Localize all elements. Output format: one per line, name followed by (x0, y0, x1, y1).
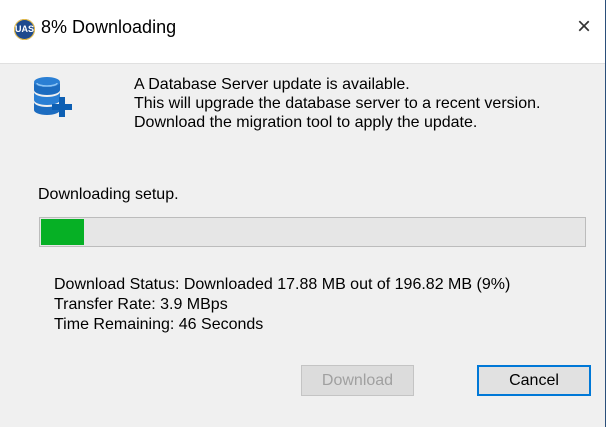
cancel-button[interactable]: Cancel (477, 365, 591, 396)
title-bar[interactable]: UAS 8% Downloading × (0, 0, 605, 64)
close-icon[interactable]: × (570, 13, 598, 41)
download-progress-bar (39, 217, 586, 247)
status-panel: Download Status: Downloaded 17.88 MB out… (54, 275, 510, 335)
progress-label: Downloading setup. (38, 186, 179, 203)
message-line-1: A Database Server update is available. (134, 76, 410, 93)
transfer-rate-text: Transfer Rate: 3.9 MBps (54, 296, 228, 313)
window-title: 8% Downloading (41, 17, 177, 37)
message-line-3: Download the migration tool to apply the… (134, 114, 478, 131)
update-message: A Database Server update is available. T… (134, 75, 540, 132)
download-status-text: Download Status: Downloaded 17.88 MB out… (54, 276, 511, 293)
database-add-icon (34, 77, 72, 117)
app-logo-icon: UAS (14, 19, 35, 40)
progress-fill (41, 219, 84, 245)
time-remaining-text: Time Remaining: 46 Seconds (54, 316, 264, 333)
download-button[interactable]: Download (301, 365, 414, 396)
dialog-window: UAS 8% Downloading × A Database Server u… (0, 0, 606, 427)
message-line-2: This will upgrade the database server to… (134, 95, 541, 112)
